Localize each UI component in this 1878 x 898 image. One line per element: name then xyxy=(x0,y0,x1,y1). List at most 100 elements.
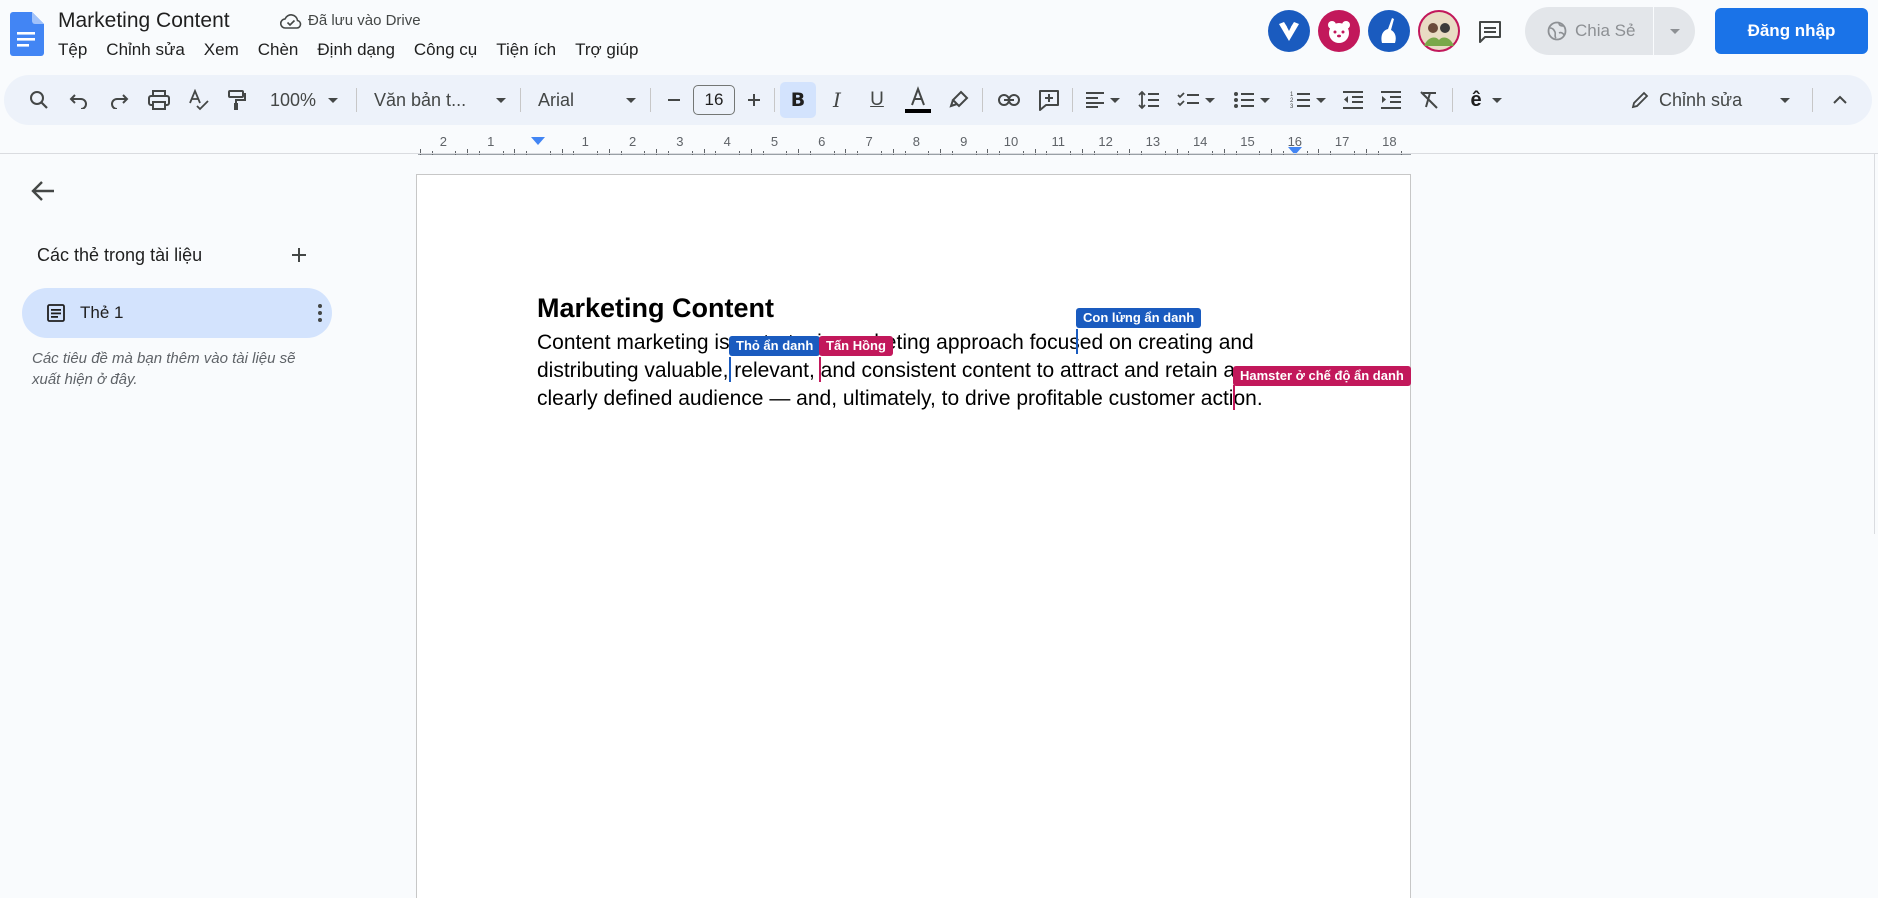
text-color-button[interactable] xyxy=(902,75,934,125)
save-status-text: Đã lưu vào Drive xyxy=(308,12,421,29)
ruler-tick xyxy=(1034,149,1036,155)
style-select[interactable]: Văn bản t... xyxy=(370,75,510,125)
more-vert-icon xyxy=(318,318,322,322)
zoom-select[interactable]: 100% xyxy=(262,75,346,125)
search-menus-button[interactable] xyxy=(24,75,54,125)
menu-format[interactable]: Định dạng xyxy=(317,40,405,60)
avatar-user-photo[interactable] xyxy=(1418,10,1460,52)
increase-indent-button[interactable] xyxy=(1376,75,1406,125)
save-status[interactable]: Đã lưu vào Drive xyxy=(280,12,421,29)
ruler-tick xyxy=(419,149,421,155)
align-left-icon xyxy=(1086,92,1104,108)
collaborator-cursor xyxy=(819,357,821,382)
ruler-label: 1 xyxy=(487,134,495,149)
increase-font-size-button[interactable] xyxy=(740,75,768,125)
horizontal-ruler[interactable]: 2 1 1 2 3 4 5 6 7 8 9 10 11 12 13 14 15 16 17 18 xyxy=(418,133,1411,155)
line-spacing-button[interactable] xyxy=(1134,75,1164,125)
doc-heading[interactable]: Marketing Content xyxy=(537,293,774,324)
font-select[interactable]: Arial xyxy=(534,75,640,125)
font-value: Arial xyxy=(538,89,575,110)
editing-mode-select[interactable]: Chỉnh sửa xyxy=(1619,81,1799,119)
share-dropdown[interactable] xyxy=(1654,28,1695,34)
input-tools-button[interactable]: ê xyxy=(1462,75,1510,125)
toolbar-divider xyxy=(982,88,983,112)
comments-button[interactable] xyxy=(1472,14,1508,50)
back-button[interactable] xyxy=(30,178,58,204)
bold-button[interactable]: B xyxy=(780,82,816,118)
sidebar-item-tab-1[interactable]: Thẻ 1 xyxy=(22,288,332,338)
toolbar-divider xyxy=(520,88,521,112)
ruler-tick xyxy=(467,149,469,155)
spellcheck-button[interactable] xyxy=(184,75,214,125)
ruler-label: 17 xyxy=(1334,134,1350,149)
style-value: Văn bản t... xyxy=(374,89,467,110)
document-title[interactable]: Marketing Content xyxy=(58,9,230,33)
underline-button[interactable]: U xyxy=(862,75,892,125)
left-indent-marker[interactable] xyxy=(531,137,545,145)
document-page[interactable]: Marketing Content Content marketing is a… xyxy=(416,174,1411,898)
checklist-button[interactable] xyxy=(1174,75,1218,125)
ruler-label: 13 xyxy=(1145,134,1161,149)
share-button[interactable]: Chia Sẻ xyxy=(1525,7,1695,55)
avatar-badger[interactable] xyxy=(1268,10,1310,52)
toolbar-divider xyxy=(1812,88,1813,112)
paint-format-button[interactable] xyxy=(222,75,252,125)
ruler-label: 8 xyxy=(912,134,921,149)
chevron-down-icon xyxy=(1110,97,1120,103)
ruler-tick xyxy=(1176,149,1178,155)
font-size-input[interactable]: 16 xyxy=(692,75,736,125)
avatar-hamster[interactable] xyxy=(1318,10,1360,52)
toolbar-divider xyxy=(650,88,651,112)
align-button[interactable] xyxy=(1082,75,1124,125)
undo-button[interactable] xyxy=(64,75,94,125)
menu-edit[interactable]: Chỉnh sửa xyxy=(106,40,194,60)
ruler-tick xyxy=(1081,149,1083,155)
hide-menus-button[interactable] xyxy=(1822,75,1858,125)
decrease-indent-button[interactable] xyxy=(1338,75,1368,125)
chevron-down-icon xyxy=(1491,97,1502,103)
ruler-label: 7 xyxy=(865,134,873,149)
ruler-tick xyxy=(1271,149,1273,155)
menu-extensions[interactable]: Tiện ích xyxy=(496,40,566,60)
ruler-tick xyxy=(1129,149,1131,155)
doc-paragraph-line-1[interactable]: Content marketing is a strategic marketi… xyxy=(537,331,1254,355)
menu-help[interactable]: Trợ giúp xyxy=(575,40,648,60)
add-comment-button[interactable] xyxy=(1034,75,1064,125)
decrease-font-size-button[interactable] xyxy=(660,75,688,125)
menu-view[interactable]: Xem xyxy=(204,40,249,60)
login-button[interactable]: Đăng nhập xyxy=(1715,8,1868,54)
menu-insert[interactable]: Chèn xyxy=(258,40,309,60)
tabs-hint: Các tiêu đề mà bạn thêm vào tài liệu sẽ … xyxy=(32,350,296,388)
chevron-down-icon xyxy=(328,97,339,103)
ruler-label: 2 xyxy=(439,134,448,149)
increase-indent-icon xyxy=(1381,91,1401,109)
undo-icon xyxy=(69,94,87,109)
docs-logo-icon[interactable] xyxy=(8,12,44,56)
pencil-icon xyxy=(1631,91,1649,109)
ruler-tick xyxy=(1318,149,1320,155)
ruler-tick xyxy=(703,149,705,155)
tab-more-options-button[interactable] xyxy=(310,301,330,325)
share-main[interactable]: Chia Sẻ xyxy=(1525,21,1653,41)
bulleted-list-button[interactable] xyxy=(1230,75,1274,125)
print-button[interactable] xyxy=(144,75,174,125)
ruler-tick xyxy=(1223,149,1225,155)
avatar-rabbit[interactable] xyxy=(1368,10,1410,52)
rabbit-icon xyxy=(1381,18,1396,43)
highlight-color-button[interactable] xyxy=(944,75,974,125)
doc-paragraph-line-2[interactable]: distributing valuable, relevant, and con… xyxy=(537,359,1235,383)
cloud-done-icon xyxy=(280,13,302,29)
add-tab-button[interactable] xyxy=(288,244,310,266)
menu-tools[interactable]: Công cụ xyxy=(414,40,487,60)
italic-button[interactable]: I xyxy=(822,75,852,125)
clear-formatting-button[interactable] xyxy=(1414,75,1444,125)
tabs-heading: Các thẻ trong tài liệu xyxy=(37,245,203,265)
ruler-label: 6 xyxy=(818,134,826,149)
doc-paragraph-line-3[interactable]: clearly defined audience — and, ultimate… xyxy=(537,387,1263,411)
insert-link-button[interactable] xyxy=(994,75,1024,125)
menu-file[interactable]: Tệp xyxy=(58,40,97,60)
ruler-tick xyxy=(798,149,800,155)
numbered-list-button[interactable]: 123 xyxy=(1286,75,1330,125)
plus-icon xyxy=(292,248,306,262)
redo-button[interactable] xyxy=(104,75,134,125)
